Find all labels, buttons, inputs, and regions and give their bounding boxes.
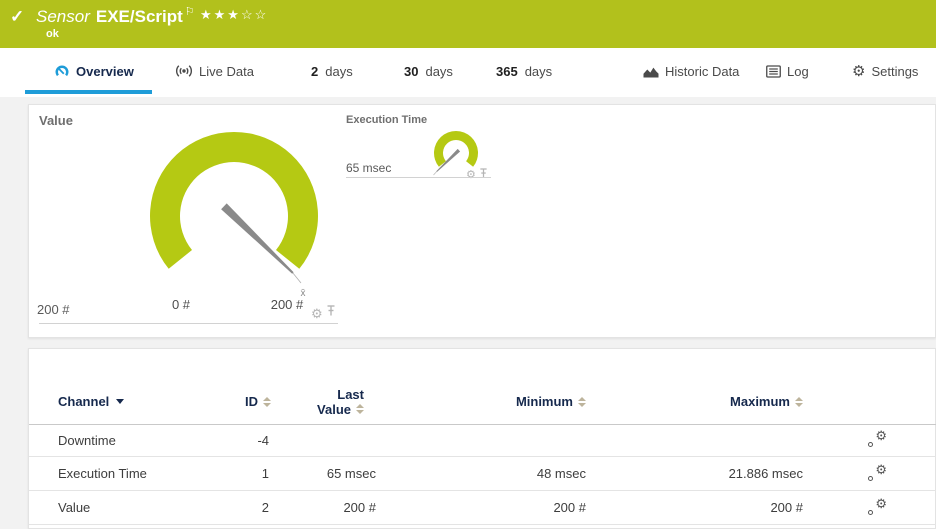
column-header-last-label: Last <box>337 386 364 402</box>
overview-gauges-panel: Value x̄ 0 # 200 # 200 # ⚙ Execution Tim… <box>28 104 936 338</box>
cell-id: 2 <box>261 500 269 515</box>
channel-settings-icon[interactable]: ⚙ <box>867 463 887 482</box>
column-header-last-value[interactable]: Last Value <box>276 379 364 424</box>
tab-log-label: Log <box>787 63 809 79</box>
area-chart-icon <box>643 65 659 78</box>
log-icon <box>766 64 781 78</box>
value-gauge-actions: ⚙ <box>311 304 336 322</box>
table-row-downtime[interactable]: Downtime -4 ⚙ <box>29 424 936 457</box>
tab-2-days-number: 2 <box>311 63 319 79</box>
column-header-minimum-label: Minimum <box>515 394 573 409</box>
priority-stars[interactable]: ★★★☆☆ <box>200 7 268 23</box>
chevron-down-icon <box>116 399 125 404</box>
sensor-header: ✓ Sensor EXE/Script ⚐ ★★★☆☆ ok <box>0 0 936 48</box>
execution-panel-divider <box>346 177 491 178</box>
cell-minimum: 48 msec <box>536 466 586 481</box>
cell-last-value: 65 msec <box>326 466 376 481</box>
tab-historic-data-label: Historic Data <box>665 63 740 79</box>
execution-gauge-title: Execution Time <box>346 114 428 126</box>
channel-settings-icon[interactable]: ⚙ <box>867 429 887 448</box>
sort-icon <box>578 396 586 407</box>
tab-live-data[interactable]: Live Data <box>175 48 254 94</box>
cell-minimum: 200 # <box>553 500 586 515</box>
tab-log[interactable]: Log <box>766 48 809 94</box>
status-check-icon: ✓ <box>10 7 25 26</box>
tab-2-days-label: days <box>325 63 353 79</box>
value-gauge-max-label: 200 # <box>271 297 304 311</box>
tab-bar: Overview Live Data 2 days 30 days 365 da… <box>0 48 936 97</box>
tab-live-data-label: Live Data <box>199 63 254 79</box>
column-header-maximum-label: Maximum <box>730 394 790 409</box>
sort-icon <box>795 396 803 407</box>
tab-365-days-label: days <box>524 63 553 79</box>
tab-settings[interactable]: ⚙ Settings <box>852 48 918 94</box>
value-gauge-current: 200 # <box>37 302 70 317</box>
active-tab-underline <box>25 90 152 94</box>
execution-gauge-actions: ⚙ <box>466 166 488 184</box>
cell-id: 1 <box>261 466 269 481</box>
gauge-settings-gear-icon[interactable]: ⚙ <box>466 169 476 181</box>
cell-channel: Downtime <box>58 433 116 448</box>
gauge-settings-gear-icon[interactable]: ⚙ <box>311 307 323 320</box>
execution-gauge-current: 65 msec <box>346 161 392 175</box>
table-row-value[interactable]: Value 2 200 # 200 # 200 # ⚙ <box>29 491 936 525</box>
channel-settings-icon[interactable]: ⚙ <box>867 497 887 516</box>
channels-table-panel: Channel ID Last Value Minimum Maximum Do… <box>28 348 936 529</box>
status-badge: ok <box>46 28 59 40</box>
sensor-name: EXE/Script <box>95 7 183 26</box>
pin-icon[interactable] <box>326 304 336 322</box>
sort-icon <box>356 404 364 414</box>
tab-overview-label: Overview <box>76 63 134 79</box>
column-header-channel-label: Channel <box>58 394 110 409</box>
flag-icon[interactable]: ⚐ <box>185 6 195 18</box>
column-header-minimum[interactable]: Minimum <box>456 379 586 424</box>
tab-overview[interactable]: Overview <box>54 48 134 94</box>
sensor-page: ✓ Sensor EXE/Script⚐ ★★★☆☆ ok Overview <box>0 0 936 529</box>
cell-last-value: 200 # <box>343 500 376 515</box>
tab-30-days[interactable]: 30 days <box>404 48 453 94</box>
tab-2-days[interactable]: 2 days <box>311 48 353 94</box>
column-header-maximum[interactable]: Maximum <box>673 379 803 424</box>
tab-settings-label: Settings <box>871 63 919 79</box>
sensor-kind-label: Sensor <box>36 7 90 26</box>
cell-channel: Value <box>58 500 91 515</box>
sort-icon <box>263 396 271 407</box>
gauge-icon <box>54 64 70 79</box>
column-header-id[interactable]: ID <box>169 379 271 424</box>
table-row-execution-time[interactable]: Execution Time 1 65 msec 48 msec 21.886 … <box>29 457 936 491</box>
pin-icon[interactable] <box>479 166 488 184</box>
value-gauge: x̄ 0 # 200 # <box>150 131 318 311</box>
cell-maximum: 21.886 msec <box>728 466 803 481</box>
broadcast-icon <box>175 64 193 78</box>
value-gauge-title: Value <box>39 113 73 128</box>
cell-id: -4 <box>257 433 269 448</box>
sensor-title: Sensor EXE/Script ⚐ <box>36 5 195 27</box>
column-header-channel[interactable]: Channel <box>58 379 125 424</box>
tab-30-days-number: 30 <box>404 63 419 79</box>
gear-icon: ⚙ <box>852 62 866 80</box>
tab-365-days[interactable]: 365 days <box>496 48 552 94</box>
value-panel-divider <box>39 323 338 324</box>
tab-30-days-label: days <box>425 63 453 79</box>
value-gauge-min-label: 0 # <box>172 297 191 311</box>
tab-365-days-number: 365 <box>496 63 518 79</box>
tab-historic-data[interactable]: Historic Data <box>643 48 739 94</box>
cell-maximum: 200 # <box>770 500 803 515</box>
column-header-value-label: Value <box>317 401 351 417</box>
column-header-id-label: ID <box>245 394 258 409</box>
cell-channel: Execution Time <box>58 466 147 481</box>
